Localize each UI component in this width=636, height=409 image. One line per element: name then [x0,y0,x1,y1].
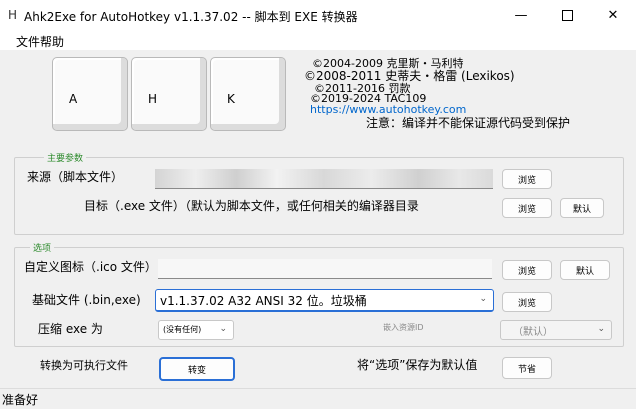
protection-notice: 注意：编译并不能保证源代码受到保护 [366,116,571,130]
logo-key-h: H [131,57,207,131]
save-button[interactable]: 节省 [502,357,552,379]
compress-label: 压缩 exe 为 [38,322,103,336]
chevron-down-icon: ⌄ [219,324,227,334]
embed-resource-select[interactable]: （默认） ⌄ [500,320,612,340]
source-browse-button[interactable]: 浏览 [502,169,552,189]
status-bar: 准备好 [0,388,636,409]
base-file-value: v1.1.37.02 A32 ANSI 32 位。垃圾桶 [160,294,367,308]
status-text: 准备好 [2,393,39,407]
logo-key-a: A [52,57,128,131]
target-default-button[interactable]: 默认 [560,198,604,218]
options-label: 选项 [30,241,55,254]
chevron-down-icon: ⌄ [597,324,605,334]
compress-select[interactable]: (没有任何) ⌄ [158,320,234,340]
maximize-button[interactable] [544,0,590,30]
maximize-icon [561,9,573,21]
client-area: A H K ©2004-2009 克里斯・马利特 ©2008-2011 史蒂夫・… [0,50,636,388]
embed-resource-value: （默认） [513,327,553,338]
logo-key-a-label: A [69,92,78,106]
target-browse-button[interactable]: 浏览 [502,198,552,218]
close-button[interactable]: ✕ [590,0,636,30]
logo-key-h-label: H [148,92,158,106]
logo-key-k-label: K [227,92,235,106]
logo-key-k: K [210,57,286,131]
chevron-down-icon: ⌄ [479,294,487,304]
base-file-label: 基础文件 (.bin,exe) [32,293,141,307]
icon-default-button[interactable]: 默认 [560,260,610,280]
icon-field[interactable] [158,259,492,279]
target-label: 目标（.exe 文件）（默认为脚本文件，或任何相关的编译器目录 [84,199,419,213]
minimize-button[interactable]: — [498,0,544,30]
menu-file-help[interactable]: 文件帮助 [16,33,64,50]
compress-value: (没有任何) [163,325,202,334]
title-bar: H Ahk2Exe for AutoHotkey v1.1.37.02 -- 脚… [0,0,636,30]
main-params-label: 主要参数 [44,151,87,164]
convert-button[interactable]: 转变 [159,357,235,381]
convert-label: 转换为可执行文件 [40,359,128,372]
menu-bar: 文件帮助 [0,30,636,50]
source-field[interactable] [155,169,493,189]
minimize-icon: — [514,7,528,23]
app-icon: H [8,8,18,22]
base-file-select[interactable]: v1.1.37.02 A32 ANSI 32 位。垃圾桶 ⌄ [155,289,494,312]
embed-resource-label: 嵌入资源ID [383,323,424,332]
close-icon: ✕ [607,7,619,23]
save-default-label: 将“选项”保存为默认值 [357,358,478,372]
source-label: 来源（脚本文件） [27,170,124,184]
icon-browse-button[interactable]: 浏览 [502,260,552,280]
icon-label: 自定义图标（.ico 文件） [24,260,157,274]
window-title: Ahk2Exe for AutoHotkey v1.1.37.02 -- 脚本到… [24,10,358,24]
base-browse-button[interactable]: 浏览 [502,292,552,312]
